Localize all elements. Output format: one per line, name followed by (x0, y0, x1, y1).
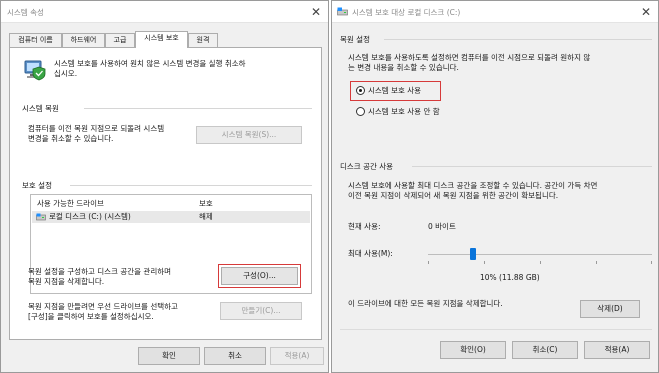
divider (84, 108, 312, 109)
configure-desc-line-2: 복원 지점을 삭제합니다. (28, 277, 105, 286)
cancel-button[interactable]: 취소 (204, 347, 266, 365)
disk-usage-desc-line-2: 이전 복원 지점이 삭제되어 새 복원 지점을 위한 공간이 확보됩니다. (348, 191, 559, 200)
current-usage-label: 현재 사용: (348, 222, 381, 231)
slider-tick (428, 261, 429, 264)
close-icon[interactable]: ✕ (638, 4, 654, 20)
slider-tick (540, 261, 541, 264)
tab-hardware[interactable]: 하드웨어 (62, 33, 105, 47)
restore-desc-line-1: 컴퓨터를 이전 복원 지점으로 되돌려 시스템 (28, 124, 165, 133)
column-header-drive: 사용 가능한 드라이브 (37, 199, 104, 208)
max-usage-value: 10% (11.88 GB) (480, 273, 540, 282)
computer-shield-icon (24, 60, 46, 81)
delete-button[interactable]: 삭제(D) (580, 300, 640, 318)
apply-button[interactable]: 적용(A) (270, 347, 324, 365)
intro-text-line-1: 시스템 보호를 사용하여 원치 않은 시스템 변경을 실행 취소하 (54, 59, 246, 68)
restore-settings-title: 복원 설정 (340, 35, 370, 44)
radio-label: 시스템 보호 사용 안 함 (368, 107, 440, 116)
table-row[interactable]: 로컬 디스크 (C:) (시스템) 해제 (32, 211, 310, 223)
dialog-title: 시스템 속성 (7, 8, 44, 17)
create-desc-line-2: [구성]을 클릭하여 보호를 설정하십시오. (28, 312, 154, 321)
slider-track (428, 254, 652, 255)
restore-section-title: 시스템 복원 (22, 104, 59, 113)
drive-icon (36, 213, 46, 221)
restore-settings-desc-line-1: 시스템 보호를 사용하도록 설정하면 컴퓨터를 이전 시점으로 되돌려 원하지 … (348, 53, 591, 62)
slider-tick (484, 261, 485, 264)
max-usage-label: 최대 사용(M): (348, 249, 393, 258)
slider-tick (596, 261, 597, 264)
divider (340, 329, 652, 330)
local-disk-protection-dialog: 시스템 보호 대상 로컬 디스크 (C:) ✕ 복원 설정 시스템 보호를 사용… (331, 0, 659, 373)
radio-button-unchecked[interactable] (356, 107, 365, 116)
tab-advanced[interactable]: 고급 (105, 33, 135, 47)
column-header-protection: 보호 (199, 199, 213, 208)
tab-system-protection[interactable]: 시스템 보호 (135, 31, 188, 48)
disk-usage-desc-line-1: 시스템 보호에 사용할 최대 디스크 공간을 조정할 수 있습니다. 공간이 가… (348, 181, 598, 190)
close-icon[interactable]: ✕ (308, 4, 324, 20)
configure-desc-line-1: 복원 설정을 구성하고 디스크 공간을 관리하며 (28, 267, 172, 276)
ok-button[interactable]: 확인 (138, 347, 200, 365)
apply-button[interactable]: 적용(A) (584, 341, 650, 359)
highlight-box (218, 264, 301, 288)
delete-desc: 이 드라이브에 대한 모든 복원 지점을 삭제합니다. (348, 299, 503, 308)
highlight-box (350, 81, 441, 101)
cancel-button[interactable]: 취소(C) (512, 341, 578, 359)
slider-thumb[interactable] (470, 248, 476, 260)
dialog-title: 시스템 보호 대상 로컬 디스크 (C:) (352, 8, 461, 17)
tab-remote[interactable]: 원격 (188, 33, 218, 47)
system-properties-dialog: 시스템 속성 ✕ 컴퓨터 이름 하드웨어 고급 시스템 보호 원격 시스템 보호… (0, 0, 329, 373)
system-protection-panel: 시스템 보호를 사용하여 원치 않은 시스템 변경을 실행 취소하 십시오. 시… (9, 47, 322, 340)
divider (412, 166, 652, 167)
create-desc-line-1: 복원 지점을 만들려면 우선 드라이브를 선택하고 (28, 302, 178, 311)
protection-section-title: 보호 설정 (22, 181, 52, 190)
divider (70, 185, 312, 186)
drive-icon (337, 7, 348, 16)
tab-computer-name[interactable]: 컴퓨터 이름 (9, 33, 62, 47)
ok-button[interactable]: 확인(O) (440, 341, 506, 359)
system-restore-button[interactable]: 시스템 복원(S)... (196, 126, 302, 144)
create-button[interactable]: 만들기(C)... (220, 302, 302, 320)
title-bar[interactable]: 시스템 속성 ✕ (1, 1, 328, 23)
disk-usage-title: 디스크 공간 사용 (340, 162, 394, 171)
drive-protection-status: 해제 (199, 212, 213, 221)
title-bar[interactable]: 시스템 보호 대상 로컬 디스크 (C:) ✕ (332, 1, 658, 23)
slider-tick (651, 261, 652, 264)
restore-desc-line-2: 변경을 취소할 수 있습니다. (28, 134, 114, 143)
radio-disable-protection[interactable]: 시스템 보호 사용 안 함 (354, 106, 464, 118)
drive-name: 로컬 디스크 (C:) (시스템) (49, 212, 131, 221)
intro-text-line-2: 십시오. (54, 69, 78, 78)
current-usage-value: 0 바이트 (428, 222, 456, 231)
divider (384, 39, 652, 40)
restore-settings-desc-line-2: 는 변경 내용을 취소할 수 있습니다. (348, 63, 459, 72)
max-usage-slider[interactable] (428, 245, 652, 265)
